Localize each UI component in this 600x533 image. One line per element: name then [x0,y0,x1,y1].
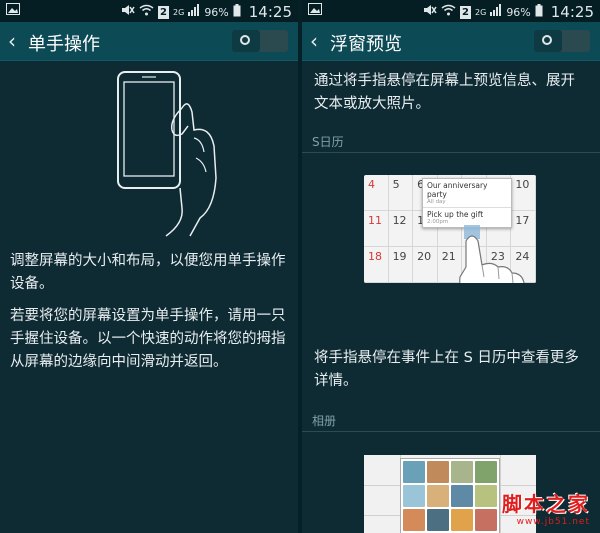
action-bar: ‹ 浮窗预览 [302,22,600,61]
one-hand-instruction: 若要将您的屏幕设置为单手操作，请用一只手握住设备。以一个快速的动作将您的拇指从屏… [10,308,286,370]
back-arrow-icon[interactable]: ‹ [8,29,16,53]
back-arrow-icon[interactable]: ‹ [310,29,318,53]
calendar-day: 20 [413,247,438,283]
calendar-hover-description: 将手指悬停在事件上在 S 日历中查看更多详情。 [314,350,579,389]
clock: 14:25 [550,3,594,21]
one-hand-toggle[interactable] [232,30,288,52]
battery-percent: 96% [506,5,531,19]
event-time: All day [427,199,446,205]
toggle-knob-icon [232,30,260,52]
page-title[interactable]: 单手操作 [28,30,100,56]
sim-slot-badge: 2 [158,5,170,19]
event-title: Our anniversary party [427,181,488,199]
mute-icon [121,4,135,20]
battery-percent: 96% [204,5,229,19]
status-bar: 2 2G 96% 14:25 [0,0,298,22]
one-hand-description: 调整屏幕的大小和布局，以便您用单手操作设备。 [10,253,286,292]
section-header-calendar: S日历 [302,133,600,153]
calendar-day: 19 [388,247,414,283]
calendar-day: 12 [388,211,414,247]
calendar-day: 4 [364,175,389,211]
action-bar: ‹ 单手操作 [0,22,298,61]
gallery-notification-icon [308,3,322,19]
signal-icon [490,4,502,20]
status-bar: 2 2G 96% 14:25 [302,0,600,22]
sim-slot-badge: 2 [460,5,472,19]
toggle-knob-icon [534,30,562,52]
calendar-day: 18 [364,247,389,283]
watermark-logo-text: 脚本之家 [502,492,590,516]
site-watermark: 脚本之家 www.jb51.net [502,488,590,527]
event-item: Our anniversary party All day [423,179,511,208]
battery-icon [233,3,241,21]
gallery-notification-icon [6,3,20,19]
calendar-preview-illustration: 456789101112131415161718192021222324 Our… [364,175,536,283]
air-view-description: 通过将手指悬停在屏幕上预览信息、展开文本或放大照片。 [314,73,575,112]
calendar-day: 11 [364,211,389,247]
signal-icon [188,4,200,20]
page-title[interactable]: 浮窗预览 [330,30,402,56]
network-type: 2G [475,7,487,17]
event-title: Pick up the gift [427,210,484,219]
calendar-day: 5 [388,175,414,211]
section-header-album: 相册 [302,412,600,432]
watermark-url: www.jb51.net [516,517,590,527]
mute-icon [423,4,437,20]
hand-holding-phone-illustration [110,68,230,238]
event-popup: Our anniversary party All day Pick up the … [422,178,512,228]
hovering-finger-icon [459,225,525,283]
photo-thumbnail-grid [400,458,500,533]
wifi-icon [139,4,154,20]
network-type: 2G [173,7,185,17]
battery-icon [535,3,543,21]
one-hand-operation-panel: 2 2G 96% 14:25 ‹ 单手操作 调整屏幕的大小和布局，以便您用单手操 [0,0,298,533]
air-view-toggle[interactable] [534,30,590,52]
calendar-day: 10 [511,175,536,211]
air-view-panel: 2 2G 96% 14:25 ‹ 浮窗预览 通过将手指悬停在屏幕上预览信息、展开… [302,0,600,533]
clock: 14:25 [248,3,292,21]
wifi-icon [441,4,456,20]
